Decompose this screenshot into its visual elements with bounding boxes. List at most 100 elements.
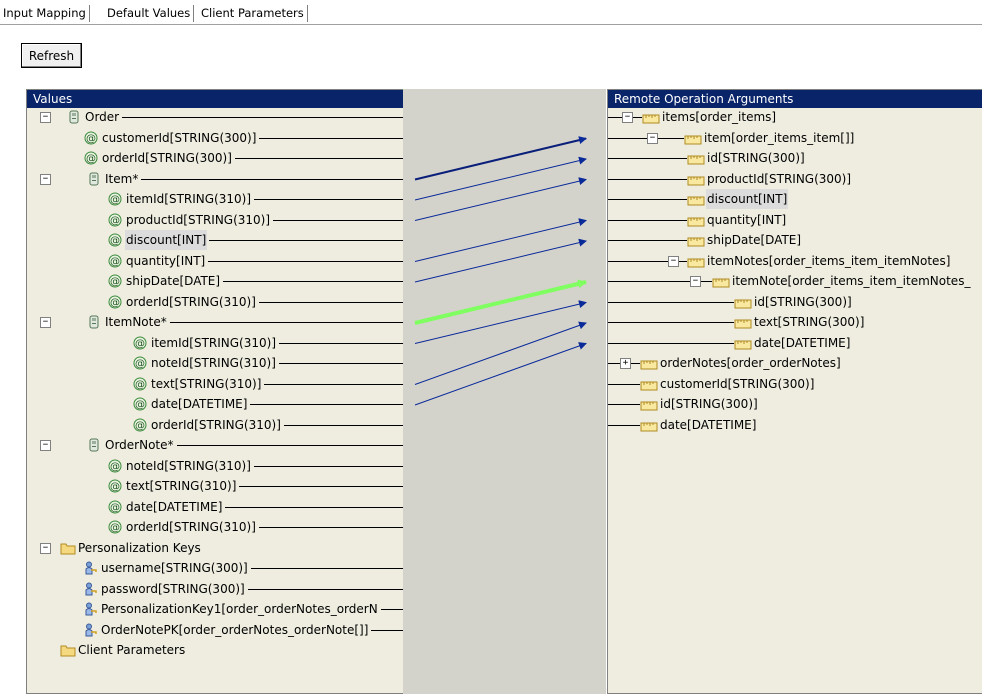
- values-tree-row[interactable]: password[STRING(300)]: [27, 579, 403, 599]
- attribute-icon: @: [133, 356, 147, 370]
- expand-toggle-icon[interactable]: +: [620, 358, 631, 369]
- values-tree-label: orderId[STRING(310)]: [126, 294, 256, 309]
- tab-default-values[interactable]: Default Values: [104, 5, 195, 22]
- svg-text:@: @: [135, 359, 145, 370]
- values-tree-row[interactable]: @ text[STRING(310)]: [27, 476, 403, 496]
- collapse-toggle-icon[interactable]: −: [40, 317, 51, 328]
- remote-arguments-row[interactable]: id[STRING(300)]: [608, 148, 982, 168]
- svg-text:@: @: [110, 297, 120, 308]
- attribute-icon: @: [108, 459, 122, 473]
- collapse-toggle-icon[interactable]: −: [668, 255, 679, 267]
- remote-arguments-label: text[STRING(300)]: [754, 315, 865, 329]
- collapse-toggle-icon[interactable]: −: [690, 276, 701, 287]
- remote-arguments-row[interactable]: id[STRING(300)]: [608, 394, 982, 414]
- argument-icon: [640, 398, 658, 412]
- values-tree-label: username[STRING(300)]: [101, 561, 248, 575]
- object-icon: [87, 172, 101, 186]
- values-tree-label: ItemNote*: [105, 315, 167, 329]
- remote-arguments-row[interactable]: customerId[STRING(300)]: [608, 374, 982, 394]
- remote-arguments-label: quantity[INT]: [707, 212, 787, 227]
- collapse-toggle-icon[interactable]: −: [622, 112, 633, 123]
- values-tree-row[interactable]: @ orderId[STRING(310)]: [27, 415, 403, 435]
- remote-arguments-row[interactable]: − itemNotes[order_items_item_itemNotes]: [608, 251, 982, 271]
- remote-arguments-row[interactable]: text[STRING(300)]: [608, 312, 982, 332]
- values-tree-row[interactable]: @ noteId[STRING(310)]: [27, 456, 403, 476]
- remote-arguments-row[interactable]: shipDate[DATE]: [608, 230, 982, 250]
- values-tree-row[interactable]: @ itemId[STRING(310)]: [27, 333, 403, 353]
- values-tree-row[interactable]: − OrderNote*: [27, 435, 403, 455]
- values-tree-row[interactable]: OrderNotePK[order_orderNotes_orderNote[]…: [27, 620, 403, 640]
- values-tree-label: noteId[STRING(310)]: [151, 356, 276, 370]
- values-tree-label: orderId[STRING(300)]: [102, 151, 232, 165]
- collapse-toggle-icon[interactable]: −: [40, 440, 51, 451]
- values-tree-row[interactable]: − Personalization Keys: [27, 538, 403, 558]
- attribute-icon: @: [84, 131, 98, 145]
- svg-text:@: @: [110, 482, 120, 493]
- values-tree-label: date[DATETIME]: [126, 499, 223, 514]
- values-tree-row[interactable]: username[STRING(300)]: [27, 558, 403, 578]
- values-tree-row[interactable]: @ customerId[STRING(300)]: [27, 128, 403, 148]
- svg-text:@: @: [110, 195, 120, 206]
- remote-arguments-label: productId[STRING(300)]: [707, 171, 852, 186]
- values-tree-row[interactable]: @ discount[INT]: [27, 230, 403, 250]
- values-tree-row[interactable]: @ orderId[STRING(310)]: [27, 517, 403, 537]
- remote-arguments-label: customerId[STRING(300)]: [660, 376, 815, 391]
- values-tree-row[interactable]: @ date[DATETIME]: [27, 497, 403, 517]
- values-tree-label: noteId[STRING(310)]: [126, 458, 251, 473]
- folder-icon: [60, 541, 76, 555]
- values-tree-row[interactable]: − ItemNote*: [27, 312, 403, 332]
- svg-text:@: @: [110, 461, 120, 472]
- attribute-icon: @: [133, 397, 147, 411]
- remote-arguments-row[interactable]: − itemNote[order_items_item_itemNotes_: [608, 271, 982, 291]
- values-tree-row[interactable]: @ productId[STRING(310)]: [27, 210, 403, 230]
- argument-icon: [687, 152, 705, 166]
- argument-icon: [687, 193, 705, 207]
- values-tree-row[interactable]: @ text[STRING(310)]: [27, 374, 403, 394]
- remote-arguments-row[interactable]: discount[INT]: [608, 189, 982, 209]
- remote-arguments-label: id[STRING(300)]: [660, 397, 758, 411]
- remote-arguments-label: item[order_items_item[]]: [704, 130, 855, 145]
- tab-client-parameters[interactable]: Client Parameters: [198, 5, 308, 22]
- values-tree-label: PersonalizationKey1[order_orderNotes_ord…: [101, 602, 378, 616]
- collapse-toggle-icon[interactable]: −: [40, 112, 51, 123]
- key-icon: [83, 623, 97, 637]
- argument-icon: [687, 255, 705, 269]
- values-tree-row[interactable]: Client Parameters: [27, 640, 403, 660]
- tab-input-mapping[interactable]: Input Mapping: [0, 5, 90, 22]
- values-tree-row[interactable]: @ orderId[STRING(300)]: [27, 148, 403, 168]
- collapse-toggle-icon[interactable]: −: [647, 132, 658, 144]
- remote-arguments-row[interactable]: − items[order_items]: [608, 107, 982, 127]
- values-tree-row[interactable]: @ quantity[INT]: [27, 251, 403, 271]
- values-tree-row[interactable]: − Order: [27, 107, 403, 127]
- remote-arguments-row[interactable]: + orderNotes[order_orderNotes]: [608, 353, 982, 373]
- remote-arguments-row[interactable]: date[DATETIME]: [608, 415, 982, 435]
- collapse-toggle-icon[interactable]: −: [40, 173, 51, 185]
- values-tree-row[interactable]: @ noteId[STRING(310)]: [27, 353, 403, 373]
- argument-icon: [687, 173, 705, 187]
- attribute-icon: @: [108, 233, 122, 247]
- collapse-toggle-icon[interactable]: −: [40, 542, 51, 554]
- values-tree-row[interactable]: @ orderId[STRING(310)]: [27, 292, 403, 312]
- remote-arguments-row[interactable]: productId[STRING(300)]: [608, 169, 982, 189]
- attribute-icon: @: [108, 192, 122, 206]
- refresh-button[interactable]: Refresh: [21, 43, 82, 68]
- attribute-icon: @: [84, 151, 98, 165]
- values-tree-row[interactable]: @ date[DATETIME]: [27, 394, 403, 414]
- remote-arguments-label: itemNote[order_items_item_itemNotes_: [732, 274, 971, 288]
- remote-arguments-row[interactable]: id[STRING(300)]: [608, 292, 982, 312]
- remote-arguments-row[interactable]: − item[order_items_item[]]: [608, 128, 982, 148]
- values-tree-row[interactable]: @ itemId[STRING(310)]: [27, 189, 403, 209]
- argument-icon: [712, 275, 730, 289]
- attribute-icon: @: [108, 479, 122, 493]
- attribute-icon: @: [108, 500, 122, 514]
- remote-arguments-row[interactable]: quantity[INT]: [608, 210, 982, 230]
- svg-text:@: @: [110, 277, 120, 288]
- remote-arguments-panel: Remote Operation Arguments − items[order_…: [607, 89, 982, 694]
- remote-arguments-row[interactable]: date[DATETIME]: [608, 333, 982, 353]
- values-tree-row[interactable]: − Item*: [27, 169, 403, 189]
- svg-text:@: @: [110, 502, 120, 513]
- values-tree-label: discount[INT]: [125, 230, 208, 250]
- values-tree-row[interactable]: @ shipDate[DATE]: [27, 271, 403, 291]
- values-tree-row[interactable]: PersonalizationKey1[order_orderNotes_ord…: [27, 599, 403, 619]
- values-tree-label: date[DATETIME]: [151, 397, 248, 411]
